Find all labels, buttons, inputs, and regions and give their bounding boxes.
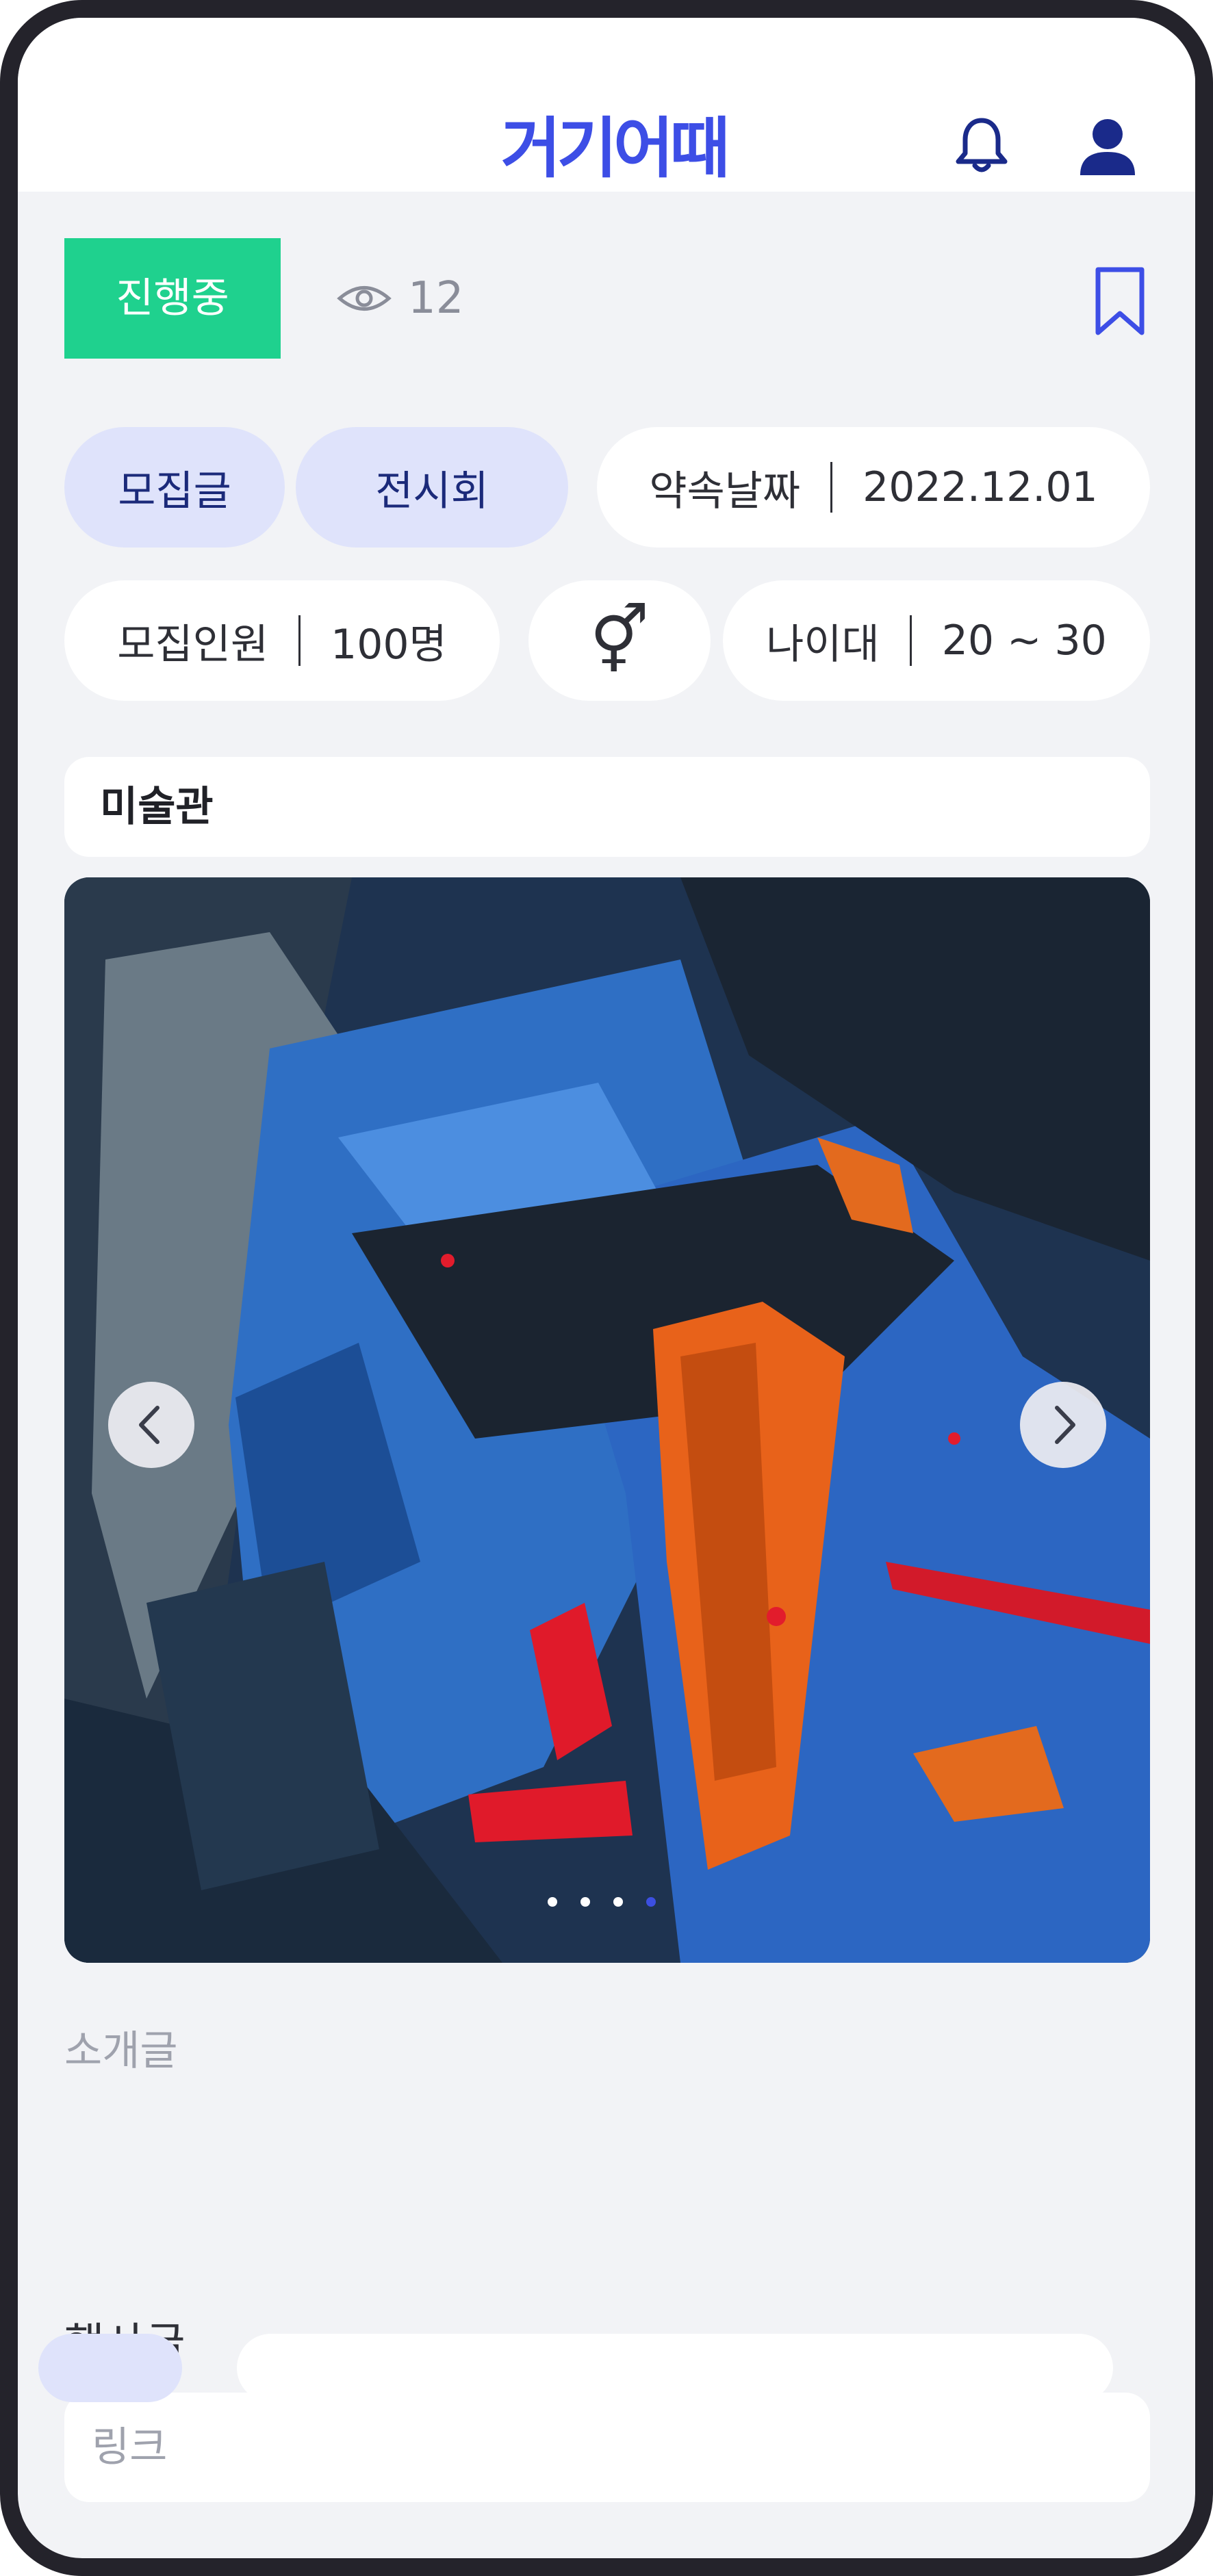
eye-icon [337, 286, 392, 311]
tag-exhibition[interactable]: 전시회 [296, 427, 568, 548]
status-badge: 진행중 [64, 238, 281, 359]
link-field[interactable]: 링크 [64, 2393, 1150, 2502]
artwork-image [64, 877, 1150, 1963]
carousel-prev-button[interactable] [108, 1382, 194, 1468]
phone-frame: 거기어때 진행중 12 모집글 전시회 약속날짜 2022.12.01 모집인원… [0, 0, 1213, 2576]
carousel-dot[interactable] [548, 1897, 557, 1907]
intro-text: 소개글 [64, 2027, 178, 2075]
app-header: 거기어때 [18, 18, 1195, 192]
carousel-dot[interactable] [580, 1897, 590, 1907]
user-icon[interactable] [1076, 114, 1139, 177]
recruit-pill: 모집인원 100명 [64, 580, 500, 701]
date-pill: 약속날짜 2022.12.01 [597, 427, 1150, 548]
age-label: 나이대 [766, 620, 880, 669]
gender-pill: ⚥ [528, 580, 711, 701]
partial-pill [38, 2334, 182, 2402]
view-count-value: 12 [408, 273, 464, 324]
image-carousel[interactable] [64, 877, 1150, 1963]
partial-field [237, 2334, 1113, 2402]
recruit-label: 모집인원 [117, 620, 269, 669]
place-name: 미술관 [64, 757, 1150, 857]
carousel-next-button[interactable] [1020, 1382, 1106, 1468]
bell-icon[interactable] [950, 114, 1013, 177]
tag-recruit[interactable]: 모집글 [64, 427, 285, 548]
age-value: 20 ~ 30 [941, 617, 1107, 665]
carousel-dot[interactable] [613, 1897, 623, 1907]
recruit-value: 100명 [331, 620, 447, 669]
date-label: 약속날짜 [649, 467, 801, 515]
date-value: 2022.12.01 [863, 463, 1098, 511]
carousel-indicators [548, 1897, 656, 1907]
bookmark-icon[interactable] [1093, 266, 1147, 337]
view-count: 12 [337, 273, 464, 324]
age-pill: 나이대 20 ~ 30 [723, 580, 1150, 701]
app-logo[interactable]: 거기어때 [435, 111, 791, 186]
carousel-dot-active[interactable] [646, 1897, 656, 1907]
gender-icon: ⚥ [589, 602, 650, 679]
